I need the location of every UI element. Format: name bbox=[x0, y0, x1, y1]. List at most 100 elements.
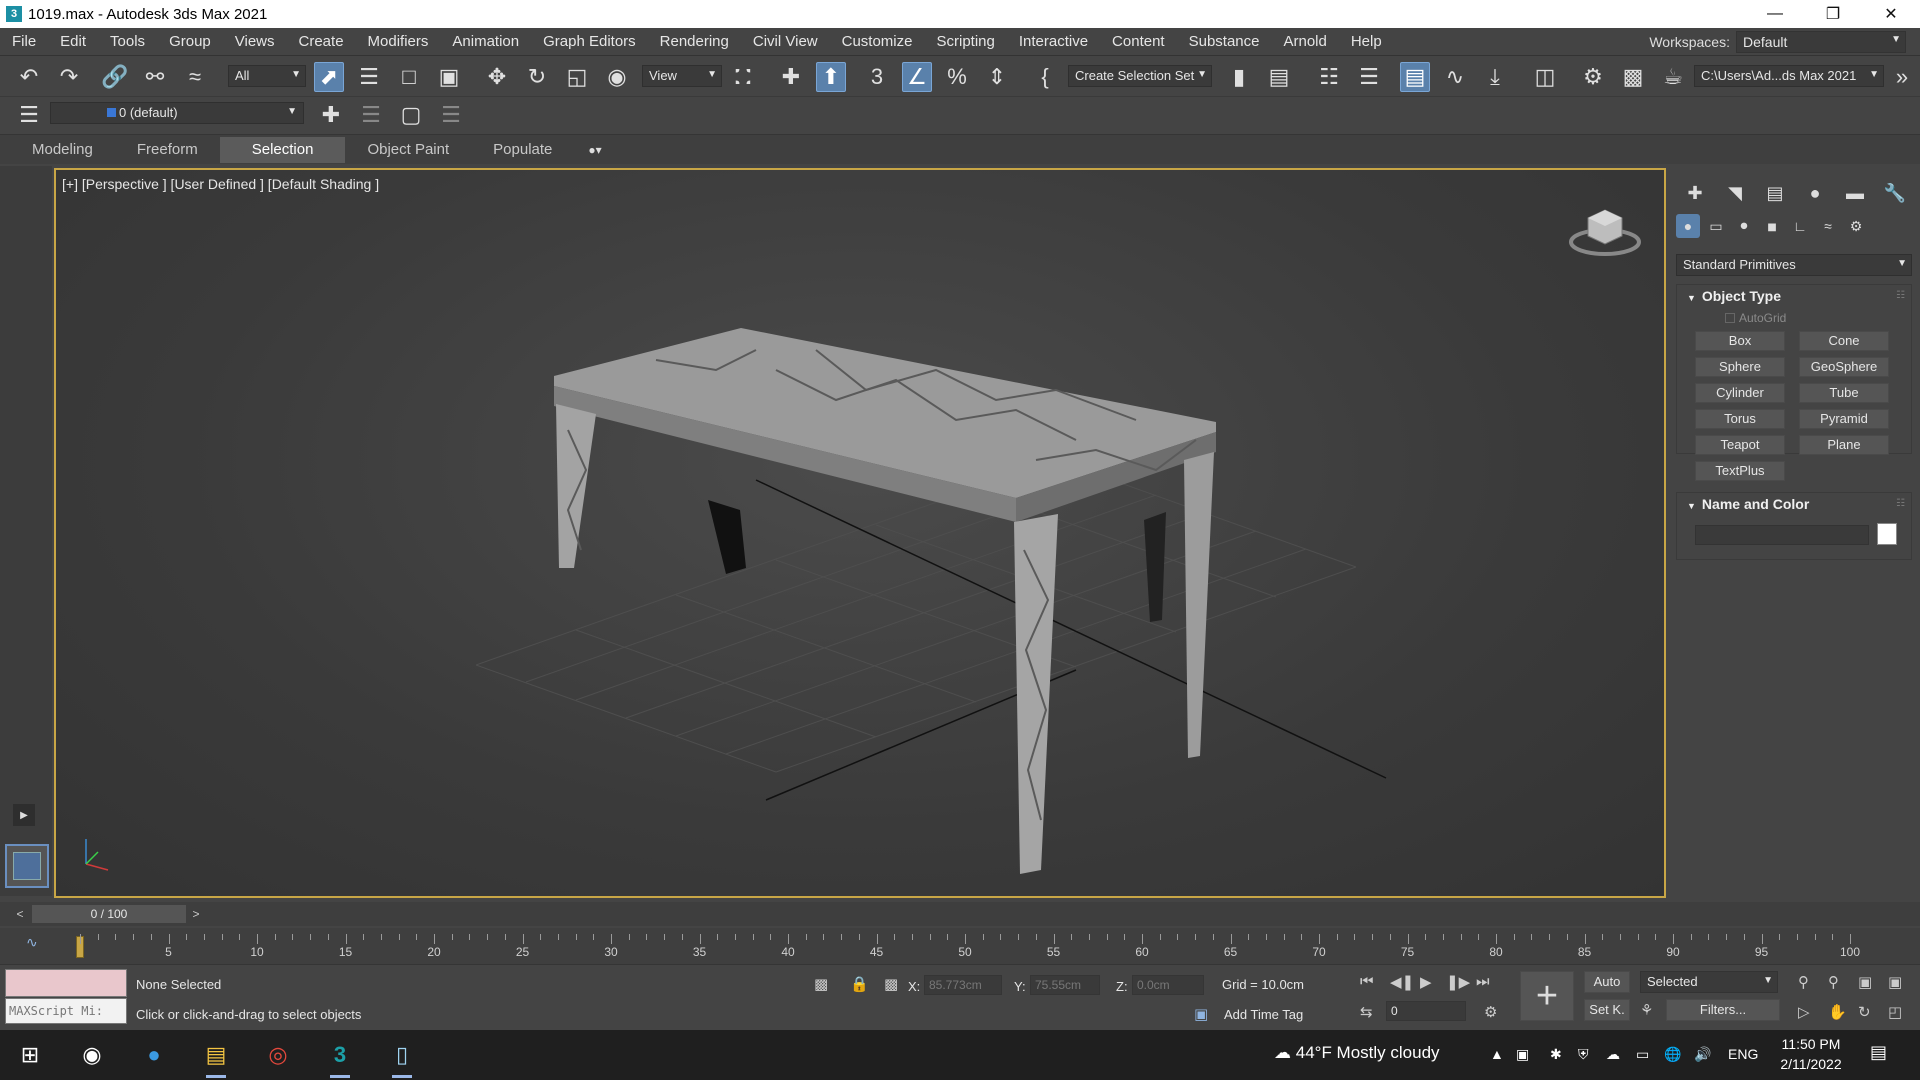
play-icon[interactable]: ▶ bbox=[1420, 973, 1432, 991]
name-and-color-header[interactable]: ▼ Name and Color ☷ bbox=[1677, 493, 1911, 515]
menu-civil-view[interactable]: Civil View bbox=[741, 28, 830, 56]
expand-layouts-icon[interactable]: ▶ bbox=[13, 804, 35, 826]
time-tag-icon[interactable]: ▣ bbox=[1194, 1005, 1208, 1023]
z-coord-field[interactable]: 0.0cm bbox=[1132, 975, 1204, 995]
zoom-extents-all-icon[interactable]: ▣ bbox=[1888, 973, 1902, 991]
restore-button[interactable]: ❐ bbox=[1804, 0, 1862, 28]
textplus-button[interactable]: TextPlus bbox=[1695, 461, 1785, 481]
placement-icon[interactable]: ◉ bbox=[602, 62, 632, 92]
orbit-icon[interactable]: ↻ bbox=[1858, 1003, 1871, 1021]
menu-content[interactable]: Content bbox=[1100, 28, 1177, 56]
isolate-selection-icon[interactable]: ▩ bbox=[814, 975, 828, 993]
pan-view-icon[interactable]: ✋ bbox=[1828, 1003, 1847, 1021]
ribbon-options-icon[interactable]: ●▾ bbox=[588, 143, 601, 157]
zoom-extents-icon[interactable]: ▣ bbox=[1858, 973, 1872, 991]
add-selection-to-layer-icon[interactable]: ☰ bbox=[356, 100, 386, 130]
tube-button[interactable]: Tube bbox=[1799, 383, 1889, 403]
menu-modifiers[interactable]: Modifiers bbox=[356, 28, 441, 56]
weather-widget[interactable]: ☁ 44°F Mostly cloudy bbox=[1274, 1043, 1440, 1063]
system-clock[interactable]: 11:50 PM 2/11/2022 bbox=[1776, 1034, 1846, 1074]
auto-key-button[interactable]: Auto bbox=[1584, 971, 1630, 993]
x-coord-field[interactable]: 85.773cm bbox=[924, 975, 1002, 995]
toggle-ribbon-icon[interactable]: ▤ bbox=[1400, 62, 1430, 92]
menu-scripting[interactable]: Scripting bbox=[924, 28, 1006, 56]
absolute-transform-icon[interactable]: ▩ bbox=[884, 975, 898, 993]
window-crossing-icon[interactable]: ▣ bbox=[434, 62, 464, 92]
add-time-tag[interactable]: Add Time Tag bbox=[1224, 1007, 1303, 1022]
menu-views[interactable]: Views bbox=[223, 28, 287, 56]
cameras-icon[interactable]: ◾ bbox=[1760, 214, 1784, 238]
file-explorer-icon[interactable]: ▤ bbox=[198, 1038, 234, 1078]
layer-explorer-icon[interactable]: ☰ bbox=[1354, 62, 1384, 92]
3ds-max-taskbar-icon[interactable]: 3 bbox=[322, 1038, 358, 1078]
select-objects-in-layer-icon[interactable]: ▢ bbox=[396, 100, 426, 130]
angle-snap-icon[interactable]: ∠ bbox=[902, 62, 932, 92]
selection-lock-icon[interactable]: 🔒 bbox=[850, 975, 869, 993]
object-name-field[interactable] bbox=[1695, 525, 1869, 545]
key-filters-icon[interactable]: ⚘ bbox=[1640, 1001, 1653, 1019]
tab-modeling[interactable]: Modeling bbox=[10, 137, 115, 163]
tray-app-icon[interactable]: ▲ bbox=[1490, 1046, 1504, 1062]
sphere-button[interactable]: Sphere bbox=[1695, 357, 1785, 377]
shapes-icon[interactable]: ▭ bbox=[1704, 214, 1728, 238]
spinner-snap-icon[interactable]: ⇕ bbox=[982, 62, 1012, 92]
previous-frame-icon[interactable]: ◀❚ bbox=[1390, 973, 1414, 991]
schematic-view-icon[interactable]: ⤓ bbox=[1480, 62, 1510, 92]
link-icon[interactable]: 🔗 bbox=[100, 62, 130, 92]
notes-app-icon[interactable]: ▯ bbox=[384, 1038, 420, 1078]
notifications-icon[interactable]: ▤ bbox=[1870, 1042, 1887, 1063]
percent-snap-icon[interactable]: % bbox=[942, 62, 972, 92]
set-key-button[interactable]: Set K. bbox=[1584, 999, 1630, 1021]
pyramid-button[interactable]: Pyramid bbox=[1799, 409, 1889, 429]
menu-graph-editors[interactable]: Graph Editors bbox=[531, 28, 648, 56]
geometry-icon[interactable]: ● bbox=[1676, 214, 1700, 238]
select-object-icon[interactable]: ⬈ bbox=[314, 62, 344, 92]
create-tab-icon[interactable]: ✚ bbox=[1682, 180, 1708, 206]
time-slider-next-button[interactable]: > bbox=[186, 905, 206, 923]
bind-space-warp-icon[interactable]: ≈ bbox=[180, 62, 210, 92]
scale-icon[interactable]: ◱ bbox=[562, 62, 592, 92]
maxscript-mini-listener[interactable]: MAXScript Mi: bbox=[5, 998, 127, 1024]
select-by-name-icon[interactable]: ☰ bbox=[354, 62, 384, 92]
keyboard-shortcut-override-icon[interactable]: ⬆ bbox=[816, 62, 846, 92]
reference-coordinate-dropdown[interactable]: View ▼ bbox=[642, 65, 722, 87]
field-of-view-icon[interactable]: ▷ bbox=[1798, 1003, 1810, 1021]
tab-object-paint[interactable]: Object Paint bbox=[345, 137, 471, 163]
box-button[interactable]: Box bbox=[1695, 331, 1785, 351]
menu-tools[interactable]: Tools bbox=[98, 28, 157, 56]
systems-icon[interactable]: ⚙ bbox=[1844, 214, 1868, 238]
menu-help[interactable]: Help bbox=[1339, 28, 1394, 56]
zoom-icon[interactable]: ⚲ bbox=[1798, 973, 1809, 991]
space-warps-icon[interactable]: ≈ bbox=[1816, 214, 1840, 238]
object-color-swatch[interactable] bbox=[1877, 523, 1897, 545]
geosphere-button[interactable]: GeoSphere bbox=[1799, 357, 1889, 377]
project-folder-dropdown[interactable]: C:\Users\Ad...ds Max 2021 ▼ bbox=[1694, 65, 1884, 87]
go-to-start-icon[interactable]: ⏮ bbox=[1360, 973, 1374, 990]
select-manipulate-icon[interactable]: ✚ bbox=[776, 62, 806, 92]
helpers-icon[interactable]: ∟ bbox=[1788, 214, 1812, 238]
menu-rendering[interactable]: Rendering bbox=[648, 28, 741, 56]
redo-icon[interactable]: ↷ bbox=[54, 62, 84, 92]
next-frame-icon[interactable]: ❚▶ bbox=[1446, 973, 1470, 991]
undo-icon[interactable]: ↶ bbox=[14, 62, 44, 92]
filters-button[interactable]: Filters... bbox=[1666, 999, 1780, 1021]
cloud-icon[interactable]: ☁ bbox=[1606, 1046, 1620, 1063]
cone-button[interactable]: Cone bbox=[1799, 331, 1889, 351]
time-slider-prev-button[interactable]: < bbox=[10, 905, 30, 923]
selection-filter-dropdown[interactable]: All ▼ bbox=[228, 65, 306, 87]
set-keys-icon[interactable]: + bbox=[1520, 971, 1574, 1021]
bluetooth-icon[interactable]: ✱ bbox=[1550, 1046, 1562, 1063]
align-icon[interactable]: ▤ bbox=[1264, 62, 1294, 92]
lights-icon[interactable]: ⚫ bbox=[1732, 214, 1756, 238]
cylinder-button[interactable]: Cylinder bbox=[1695, 383, 1785, 403]
unlink-icon[interactable]: ⚯ bbox=[140, 62, 170, 92]
camera-app-icon[interactable]: ◉ bbox=[74, 1038, 110, 1072]
teapot-button[interactable]: Teapot bbox=[1695, 435, 1785, 455]
modify-tab-icon[interactable]: ◥ bbox=[1722, 180, 1748, 206]
edit-named-selection-icon[interactable]: { bbox=[1030, 62, 1060, 92]
move-icon[interactable]: ✥ bbox=[482, 62, 512, 92]
nvidia-icon[interactable]: ▣ bbox=[1516, 1046, 1529, 1063]
render-setup-icon[interactable]: ⚙ bbox=[1578, 62, 1608, 92]
layers-panel-icon[interactable]: ☰ bbox=[14, 100, 44, 130]
time-configuration-icon[interactable]: ⚙ bbox=[1484, 1003, 1497, 1021]
